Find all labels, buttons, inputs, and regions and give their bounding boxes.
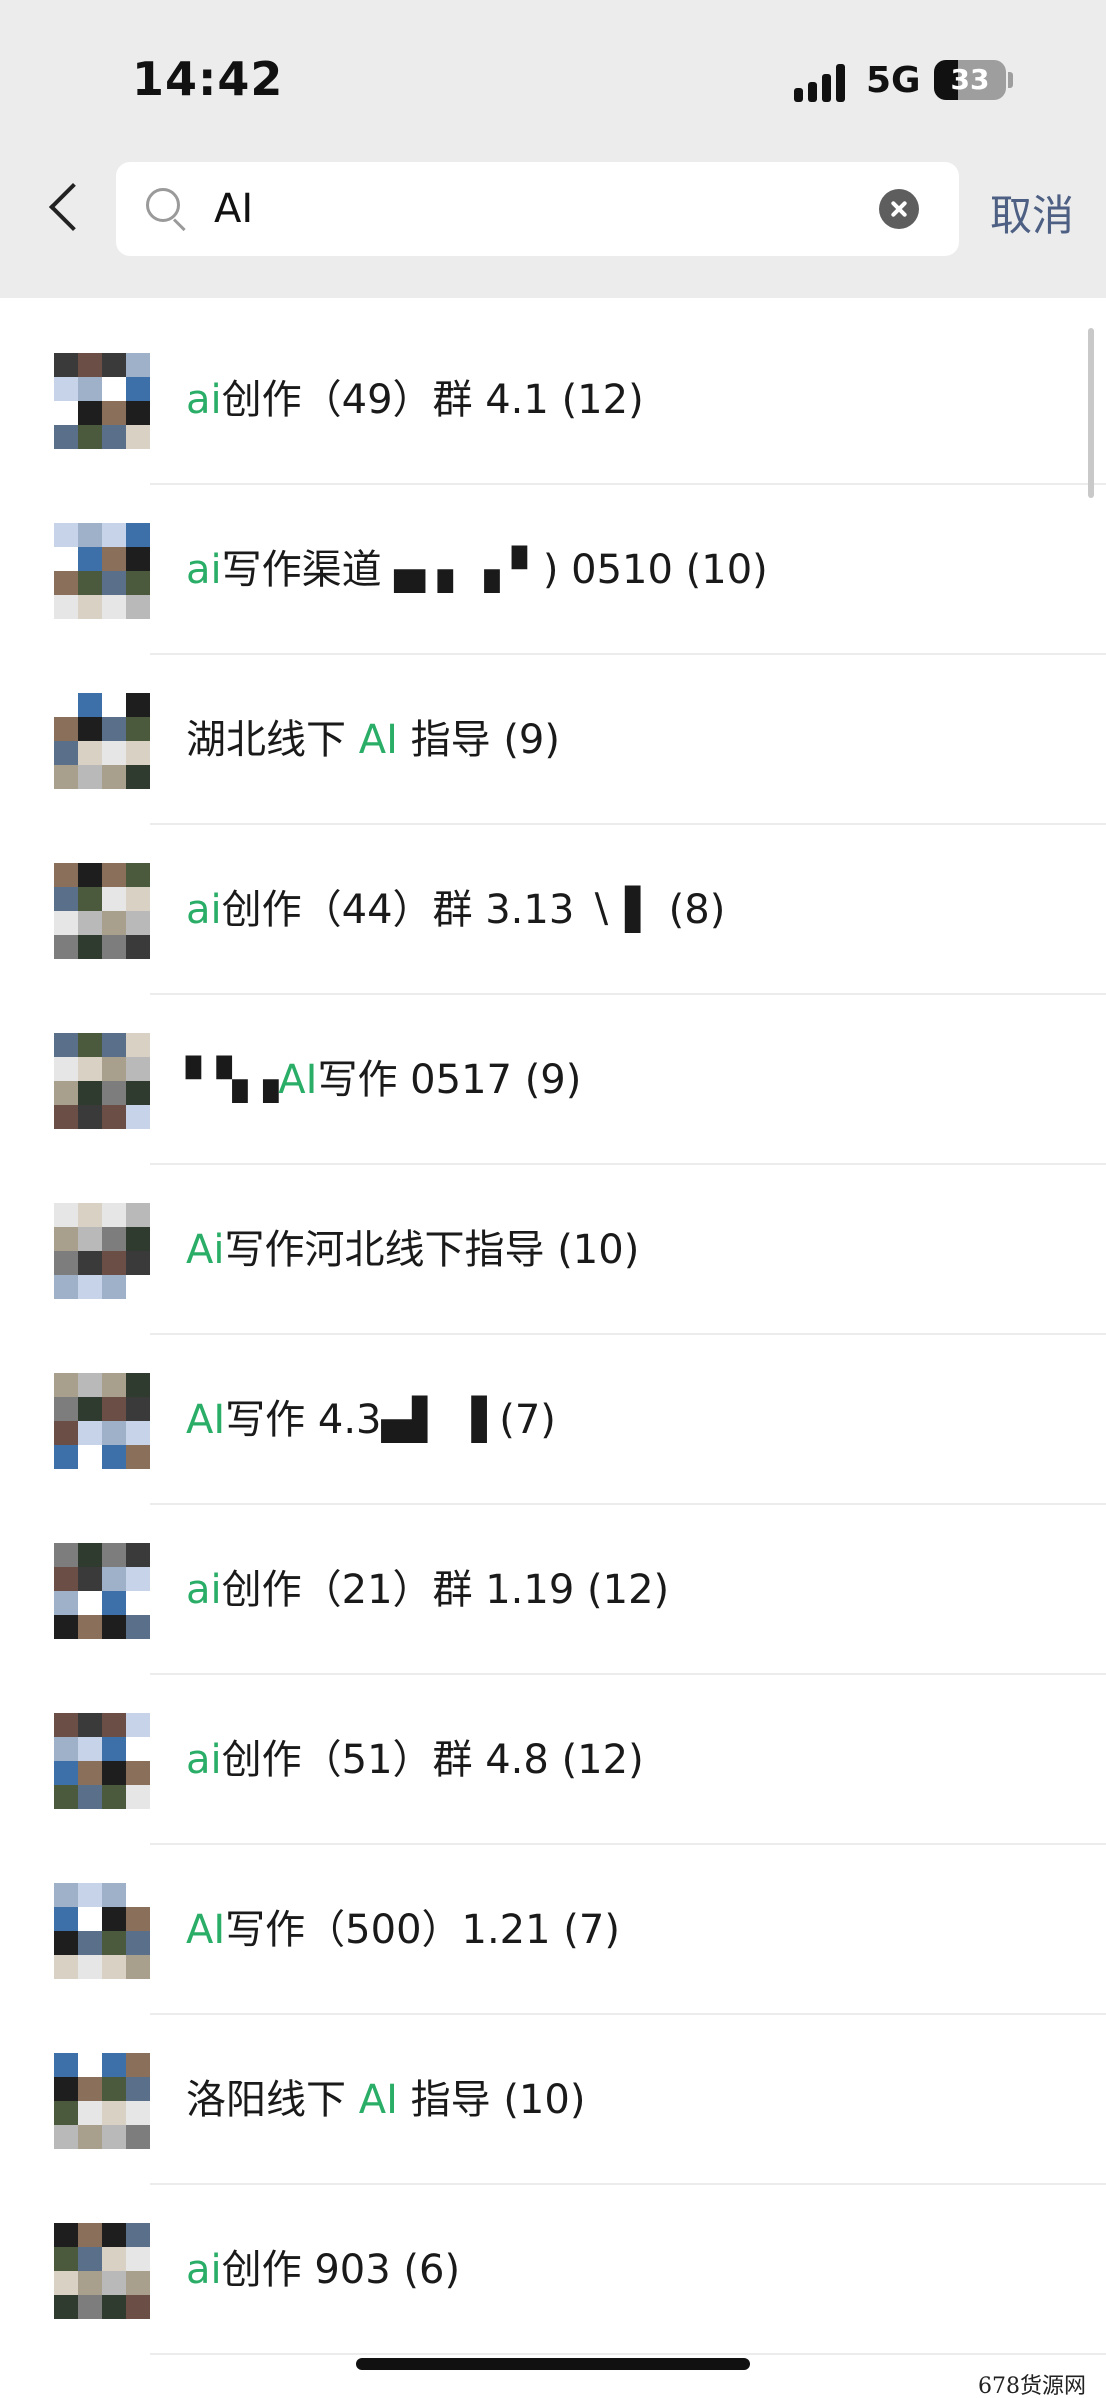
list-item[interactable]: ai创作（21）群 1.19 (12) xyxy=(0,1505,1106,1675)
signal-icon xyxy=(794,62,850,102)
result-title-rest: 写作（500）1.21 (7) xyxy=(225,1907,620,1953)
cancel-button[interactable]: 取消 xyxy=(990,182,1074,243)
list-item[interactable]: ai创作 903 (6) xyxy=(0,2185,1106,2355)
header: 14:42 5G 33 取消 xyxy=(0,0,1106,298)
result-title-match: AI xyxy=(358,717,398,763)
status-time: 14:42 xyxy=(132,52,284,106)
result-title: 湖北线下 AI 指导 (9) xyxy=(186,655,560,825)
list-item[interactable]: AI写作（500）1.21 (7) xyxy=(0,1845,1106,2015)
result-title: ai创作 903 (6) xyxy=(186,2185,460,2355)
list-item[interactable]: ai写作渠道 ▄ ▖▗ ▘) 0510 (10) xyxy=(0,485,1106,655)
result-title: Ai写作河北线下指导 (10) xyxy=(186,1165,639,1335)
result-title-match: ai xyxy=(186,2247,222,2293)
result-title-match: ai xyxy=(186,547,222,593)
result-title: ai创作（44）群 3.13 ∖ ▌ (8) xyxy=(186,825,725,995)
result-title-rest: 创作（44）群 3.13 ∖ ▌ (8) xyxy=(221,887,726,933)
search-results-list: ai创作（49）群 4.1 (12) ai写作渠道 ▄ ▖▗ ▘) 0510 (1… xyxy=(0,315,1106,2355)
list-item[interactable]: ai创作（51）群 4.8 (12) xyxy=(0,1675,1106,1845)
result-title-match: AI xyxy=(186,1397,226,1443)
list-item[interactable]: Ai写作河北线下指导 (10) xyxy=(0,1165,1106,1335)
group-avatar xyxy=(54,2053,150,2149)
result-title: ai创作（49）群 4.1 (12) xyxy=(186,315,644,485)
list-item[interactable]: ai创作（49）群 4.1 (12) xyxy=(0,315,1106,485)
result-title: ▘▚▗AI写作 0517 (9) xyxy=(186,995,581,1165)
result-title: 洛阳线下 AI 指导 (10) xyxy=(186,2015,585,2185)
battery-icon: 33 xyxy=(934,60,1006,100)
result-title-rest: 创作（21）群 1.19 (12) xyxy=(221,1567,670,1613)
result-title-rest: 写作河北线下指导 (10) xyxy=(224,1227,640,1273)
group-avatar xyxy=(54,1883,150,1979)
result-title-rest: 指导 (9) xyxy=(397,717,560,763)
home-indicator[interactable] xyxy=(356,2358,750,2370)
result-title-rest: 创作（49）群 4.1 (12) xyxy=(221,377,644,423)
result-title-match: AI xyxy=(278,1057,318,1103)
result-title: AI写作 4.3▄▌ ▐ (7) xyxy=(186,1335,556,1505)
result-title-rest: 写作 0517 (9) xyxy=(317,1057,582,1103)
network-type: 5G xyxy=(866,60,921,101)
group-avatar xyxy=(54,353,150,449)
result-title: ai创作（21）群 1.19 (12) xyxy=(186,1505,669,1675)
list-item[interactable]: AI写作 4.3▄▌ ▐ (7) xyxy=(0,1335,1106,1505)
result-title-rest: 创作（51）群 4.8 (12) xyxy=(221,1737,644,1783)
result-title-match: AI xyxy=(186,1907,226,1953)
watermark: 678货源网 xyxy=(978,2374,1086,2398)
divider xyxy=(150,2353,1106,2355)
result-title: AI写作（500）1.21 (7) xyxy=(186,1845,620,2015)
group-avatar xyxy=(54,1033,150,1129)
result-title-match: Ai xyxy=(186,1227,225,1273)
result-title-rest: 创作 903 (6) xyxy=(221,2247,461,2293)
scrollbar[interactable] xyxy=(1088,328,1094,498)
result-title-match: ai xyxy=(186,887,222,933)
list-item[interactable]: ai创作（44）群 3.13 ∖ ▌ (8) xyxy=(0,825,1106,995)
list-item[interactable]: 洛阳线下 AI 指导 (10) xyxy=(0,2015,1106,2185)
list-item[interactable]: 湖北线下 AI 指导 (9) xyxy=(0,655,1106,825)
search-bar[interactable] xyxy=(116,162,959,256)
result-title: ai创作（51）群 4.8 (12) xyxy=(186,1675,644,1845)
result-title-rest: 指导 (10) xyxy=(397,2077,586,2123)
result-title-match: ai xyxy=(186,377,222,423)
battery-percent: 33 xyxy=(950,63,990,96)
search-icon xyxy=(146,188,188,232)
clear-icon[interactable] xyxy=(879,189,919,229)
group-avatar xyxy=(54,693,150,789)
result-title-rest: 写作渠道 ▄ ▖▗ ▘) 0510 (10) xyxy=(221,547,768,593)
result-title-match: ai xyxy=(186,1567,222,1613)
result-title-prefix: 洛阳线下 xyxy=(186,2077,359,2123)
list-item[interactable]: ▘▚▗AI写作 0517 (9) xyxy=(0,995,1106,1165)
result-title-match: ai xyxy=(186,1737,222,1783)
result-title-prefix: 湖北线下 xyxy=(186,717,359,763)
search-input[interactable] xyxy=(214,172,854,246)
group-avatar xyxy=(54,523,150,619)
group-avatar xyxy=(54,1203,150,1299)
result-title-match: AI xyxy=(358,2077,398,2123)
group-avatar xyxy=(54,1543,150,1639)
result-title-prefix: ▘▚▗ xyxy=(186,1057,279,1103)
group-avatar xyxy=(54,2223,150,2319)
group-avatar xyxy=(54,863,150,959)
group-avatar xyxy=(54,1373,150,1469)
battery-tip xyxy=(1008,72,1013,88)
result-title: ai写作渠道 ▄ ▖▗ ▘) 0510 (10) xyxy=(186,485,768,655)
result-title-rest: 写作 4.3▄▌ ▐ (7) xyxy=(225,1397,556,1443)
back-chevron-icon[interactable] xyxy=(40,178,90,244)
group-avatar xyxy=(54,1713,150,1809)
